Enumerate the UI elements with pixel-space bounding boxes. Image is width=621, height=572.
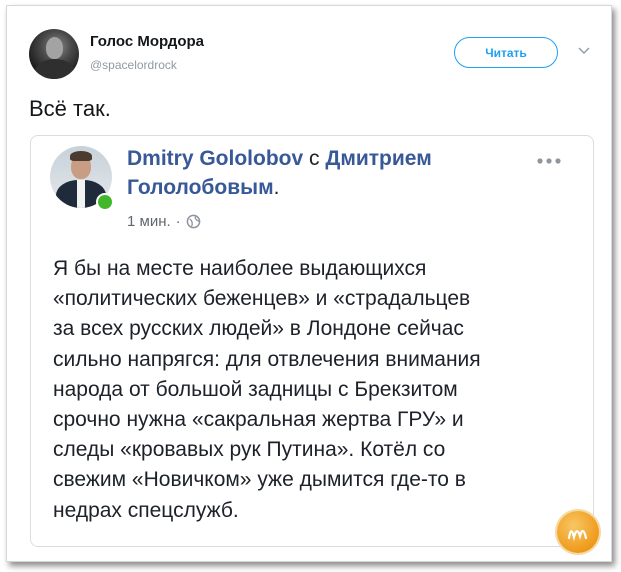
fb-with-word: с	[303, 147, 326, 170]
watermark-logo	[557, 511, 599, 553]
fb-post-header-line-2: Гололобовым.	[127, 176, 279, 200]
fb-post-time[interactable]: 1 мин.	[127, 213, 171, 230]
fb-text-line: свежим «Новичком» уже дымится где-то в	[53, 468, 466, 492]
fb-text-line: сильно напрягся: для отвлечения внимания	[53, 347, 481, 371]
chevron-down-icon[interactable]	[578, 46, 590, 56]
online-status-dot	[96, 193, 114, 211]
fb-text-line: за всех русских людей» в Лондоне сейчас	[53, 317, 464, 341]
author-display-name[interactable]: Голос Мордора	[90, 33, 204, 50]
fb-text-line: срочно нужна «сакральная жертва ГРУ» и	[53, 408, 464, 432]
ellipsis-icon[interactable]	[536, 148, 562, 171]
author-avatar[interactable]	[29, 29, 79, 79]
fb-text-line: Я бы на месте наиболее выдающихся	[53, 257, 427, 280]
fb-text-line: недрах спецслужб.	[53, 498, 239, 522]
author-handle[interactable]: @spacelordrock	[90, 58, 177, 72]
fb-text-line: «политических беженцев» и «страдальцев	[53, 287, 471, 311]
fb-text-line: следы «кровавых рук Путина». Котёл со	[53, 438, 446, 462]
fb-post-meta: 1 мин. ·	[127, 213, 201, 230]
fb-name-end: .	[273, 176, 280, 199]
fb-post-header-line-1: Dmitry Gololobov с Дмитрием	[127, 147, 432, 171]
globe-icon	[186, 214, 200, 229]
tweet-text: Всё так.	[29, 96, 111, 121]
follow-button[interactable]: Читать	[454, 37, 558, 68]
fb-tagged-name[interactable]: Дмитрием	[325, 147, 431, 170]
fb-tagged-name-cont[interactable]: Гололобовым	[127, 176, 274, 199]
fb-post-text: Я бы на месте наиболее выдающихся «полит…	[53, 254, 588, 526]
fb-author-name[interactable]: Dmitry Gololobov	[127, 147, 303, 170]
fb-text-line: народа от большой задницы с Брекзитом	[53, 377, 458, 401]
meta-separator: ·	[175, 213, 181, 230]
